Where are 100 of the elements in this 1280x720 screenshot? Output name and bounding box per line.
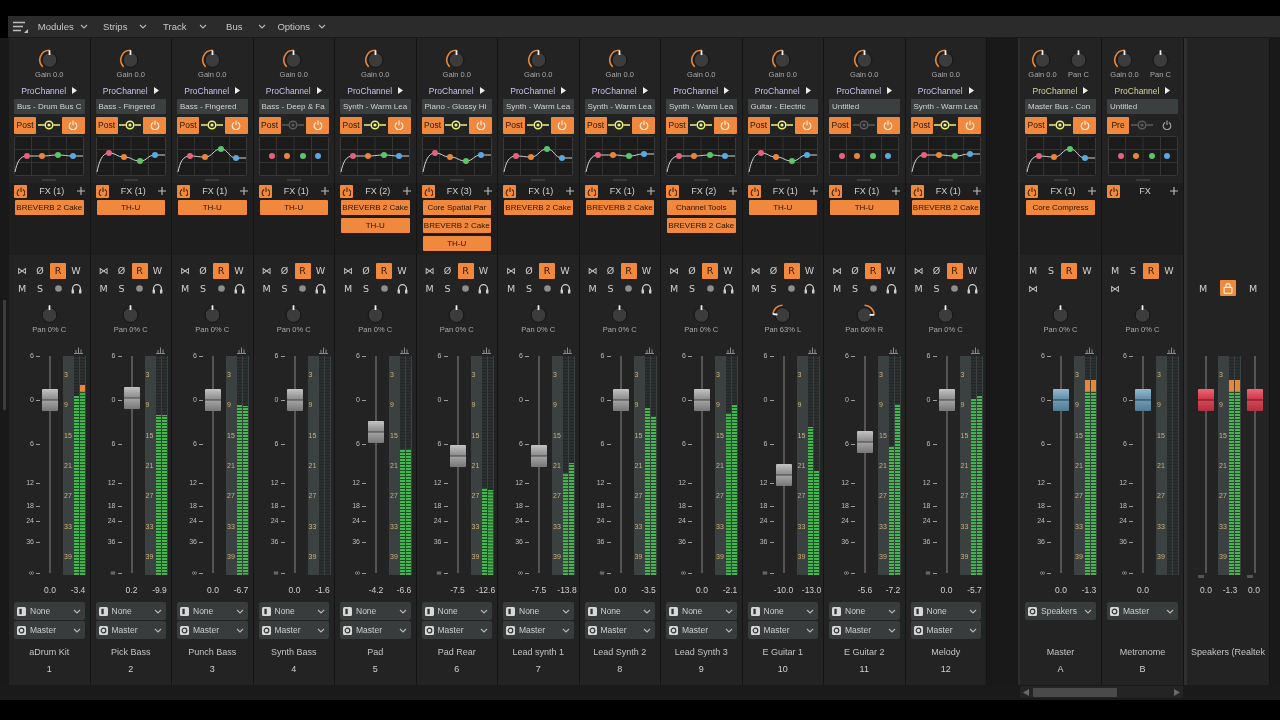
pre-post-button[interactable]: Post	[421, 116, 444, 134]
fx-power-button[interactable]	[910, 184, 924, 198]
interleave-button[interactable]: ⋈	[666, 262, 682, 279]
input-dropdown[interactable]: None	[747, 602, 818, 620]
power-button[interactable]	[713, 116, 737, 134]
automation-read-button[interactable]: R	[131, 262, 148, 279]
power-button[interactable]	[958, 116, 981, 134]
automation-write-button[interactable]: W	[1079, 262, 1095, 279]
signal-link-icon[interactable]	[445, 120, 468, 130]
pre-post-button[interactable]: Post	[177, 116, 199, 134]
pre-post-button[interactable]: Post	[584, 116, 607, 134]
prochannel-toggle[interactable]: ProChannel	[102, 85, 159, 96]
eq-graph[interactable]	[340, 136, 411, 176]
fader-handle[interactable]	[1135, 389, 1151, 412]
left-arrow-icon[interactable]	[1023, 688, 1029, 696]
fader-handle[interactable]	[938, 389, 955, 412]
pre-post-button[interactable]: Post	[503, 116, 525, 134]
fader-handle[interactable]	[205, 389, 221, 412]
output-dropdown[interactable]: Master	[258, 621, 329, 639]
power-button[interactable]	[387, 116, 411, 134]
phase-invert-button[interactable]: Ø	[684, 262, 700, 279]
power-button[interactable]	[61, 116, 85, 134]
preset-field[interactable]: Untitled	[1107, 99, 1178, 114]
mute-button[interactable]: M	[910, 280, 927, 296]
fader-handle[interactable]	[775, 463, 792, 486]
prochannel-toggle[interactable]: ProChannel	[21, 85, 78, 96]
solo-button[interactable]: S	[1125, 262, 1141, 279]
eq-graph[interactable]	[1025, 136, 1096, 176]
mute-button[interactable]: M	[1025, 262, 1041, 279]
automation-read-button[interactable]: R	[376, 262, 392, 279]
solo-button[interactable]: S	[113, 280, 130, 296]
phase-invert-button[interactable]: Ø	[765, 262, 782, 279]
pre-post-button[interactable]: Post	[910, 116, 933, 134]
signal-link-icon[interactable]	[526, 120, 549, 130]
eq-graph[interactable]	[177, 136, 248, 176]
automation-write-button[interactable]: W	[475, 262, 492, 279]
interleave-button[interactable]: ⋈	[95, 262, 112, 279]
solo-button[interactable]: S	[358, 280, 374, 296]
plugin-slot[interactable]: Channel Tools	[667, 200, 736, 215]
output-dropdown[interactable]: Master	[177, 621, 248, 639]
preset-field[interactable]: Master Bus - Con	[1025, 99, 1096, 114]
signal-link-icon[interactable]	[934, 120, 957, 130]
add-icon[interactable]	[321, 187, 329, 195]
automation-read-button[interactable]: R	[1061, 262, 1077, 279]
solo-button[interactable]: S	[276, 280, 293, 296]
interleave-button[interactable]: ⋈	[1107, 280, 1123, 296]
input-dropdown[interactable]: None	[829, 602, 900, 620]
preset-field[interactable]: Synth - Warm Lea	[666, 99, 737, 114]
output-dropdown[interactable]: Master	[503, 621, 574, 639]
input-dropdown[interactable]: None	[14, 602, 85, 620]
eq-graph[interactable]	[258, 136, 329, 176]
automation-write-button[interactable]: W	[557, 262, 573, 279]
eq-graph[interactable]	[421, 136, 492, 176]
preset-field[interactable]: Synth - Warm Lea	[910, 99, 981, 114]
solo-button[interactable]: S	[684, 280, 700, 296]
automation-write-button[interactable]: W	[312, 262, 329, 279]
prochannel-toggle[interactable]: ProChannel	[265, 85, 322, 96]
fader-handle[interactable]	[123, 387, 140, 410]
power-button[interactable]	[306, 116, 329, 134]
phase-invert-button[interactable]: Ø	[276, 262, 293, 279]
plugin-slot[interactable]: BREVERB 2 Cake	[911, 200, 980, 215]
automation-write-button[interactable]: W	[149, 262, 166, 279]
mute-button[interactable]: M	[829, 280, 845, 296]
preset-field[interactable]: Bus - Drum Bus C	[14, 99, 85, 114]
meter-options-icon[interactable]	[970, 347, 980, 354]
phase-invert-button[interactable]: Ø	[195, 262, 211, 279]
phase-invert-button[interactable]: Ø	[358, 262, 374, 279]
phase-invert-button[interactable]: Ø	[113, 262, 130, 279]
pre-post-button[interactable]: Post	[340, 116, 362, 134]
plugin-slot[interactable]: TH-U	[96, 200, 165, 215]
meter-options-icon[interactable]	[155, 347, 165, 354]
preset-field[interactable]: Piano - Glossy Hi	[421, 99, 492, 114]
plugin-slot[interactable]: BREVERB 2 Cake	[504, 200, 573, 215]
menu-button[interactable]: Modules	[32, 17, 92, 36]
mute-button[interactable]: M	[1107, 262, 1123, 279]
solo-button[interactable]: S	[195, 280, 211, 296]
meter-options-icon[interactable]	[563, 347, 572, 354]
plugin-slot[interactable]: TH-U	[422, 236, 491, 251]
mute-button[interactable]: M	[258, 280, 275, 296]
automation-write-button[interactable]: W	[394, 262, 410, 279]
power-button[interactable]	[632, 116, 655, 134]
plugin-slot[interactable]: TH-U	[748, 200, 817, 215]
add-icon[interactable]	[565, 187, 574, 195]
eq-graph[interactable]	[503, 136, 574, 176]
interleave-button[interactable]: ⋈	[258, 262, 275, 279]
automation-read-button[interactable]: R	[1143, 262, 1159, 279]
plugin-slot[interactable]: BREVERB 2 Cake	[422, 218, 491, 233]
pre-post-button[interactable]: Post	[1025, 116, 1047, 134]
automation-write-button[interactable]: W	[1161, 262, 1177, 279]
add-icon[interactable]	[239, 187, 248, 195]
signal-link-icon[interactable]	[608, 120, 631, 130]
interleave-button[interactable]: ⋈	[421, 262, 438, 279]
fader-handle[interactable]	[694, 389, 710, 412]
automation-write-button[interactable]: W	[720, 262, 736, 279]
menu-button[interactable]: Bus	[210, 17, 270, 36]
prochannel-toggle[interactable]: ProChannel	[836, 85, 893, 96]
automation-write-button[interactable]: W	[883, 262, 899, 279]
mute-button[interactable]: M	[95, 280, 112, 296]
meter-options-icon[interactable]	[400, 347, 409, 354]
eq-graph[interactable]	[584, 136, 655, 176]
